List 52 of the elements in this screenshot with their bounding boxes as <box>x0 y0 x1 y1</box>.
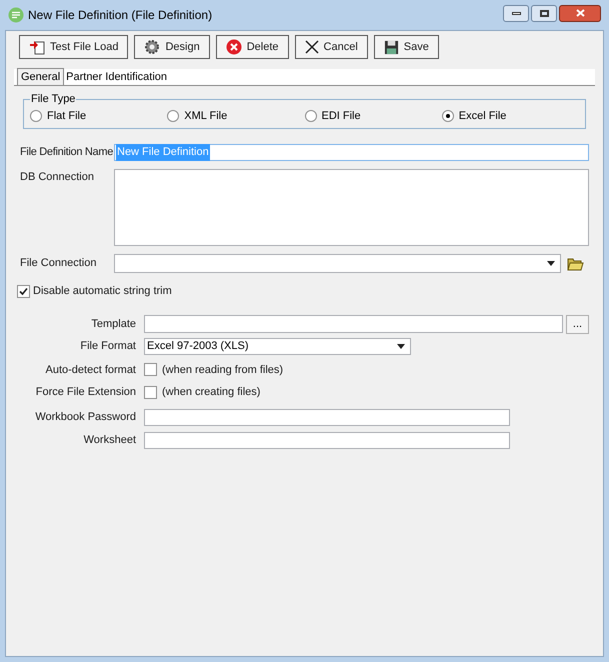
app-icon <box>8 7 24 23</box>
save-icon <box>384 40 399 54</box>
checkbox-label: Disable automatic string trim <box>33 284 172 299</box>
browse-button[interactable]: ... <box>566 314 589 334</box>
checkbox-note: (when reading from files) <box>162 362 284 378</box>
toolbar-button[interactable]: Delete <box>216 35 289 59</box>
window-title: New File Definition (File Definition) <box>28 7 212 24</box>
field-label: Workbook Password <box>34 410 137 425</box>
worksheet-field[interactable] <box>144 432 510 448</box>
toolbar-button[interactable]: Test File Load <box>19 35 128 59</box>
dropdown-arrow-icon[interactable] <box>547 261 555 266</box>
checkbox-note: (when creating files) <box>162 385 260 400</box>
db-connection-field[interactable] <box>114 169 589 246</box>
field-label: File Definition Name <box>20 145 114 160</box>
toolbar-button[interactable]: Save <box>374 35 439 59</box>
dropdown-arrow-icon[interactable] <box>397 344 405 348</box>
field-label: File Format <box>79 338 137 354</box>
field-label: Worksheet <box>82 432 137 448</box>
document-arrow-icon <box>29 39 45 55</box>
field-label: DB Connection <box>20 170 95 185</box>
selected-text: New File Definition <box>116 144 210 161</box>
tab[interactable]: Partner Identification <box>64 69 170 85</box>
radio-button[interactable] <box>30 110 42 122</box>
open-folder-icon[interactable] <box>566 256 584 270</box>
close-icon <box>304 40 319 54</box>
close-icon <box>576 9 584 17</box>
file-format-combo[interactable]: Excel 97-2003 (XLS) <box>144 338 411 354</box>
radio-option[interactable]: Flat File <box>30 108 168 124</box>
radio-option[interactable]: XML File <box>167 108 304 124</box>
field-label: Force File Extension <box>34 385 137 400</box>
delete-icon <box>226 39 242 55</box>
field-label: File Connection <box>20 256 98 272</box>
maximize-button[interactable] <box>531 4 557 22</box>
password-field[interactable] <box>144 408 510 426</box>
checkbox[interactable] <box>144 386 157 399</box>
radio-option[interactable]: Excel File <box>442 108 579 124</box>
checkbox[interactable] <box>17 284 30 298</box>
minimize-button[interactable] <box>503 4 529 22</box>
field-label: Template <box>90 316 137 332</box>
checkbox[interactable] <box>144 363 157 376</box>
radio-option[interactable]: EDI File <box>304 108 442 124</box>
toolbar-button[interactable]: Cancel <box>294 35 368 59</box>
field-label: Auto-detect format <box>44 362 137 378</box>
radio-button[interactable] <box>442 110 454 122</box>
tab[interactable]: General <box>17 68 64 85</box>
gear-icon <box>144 39 160 55</box>
radio-button[interactable] <box>167 110 180 122</box>
group-legend: File Type <box>30 91 76 108</box>
template-field[interactable] <box>144 315 563 333</box>
close-button[interactable] <box>559 4 601 22</box>
toolbar-button[interactable]: Design <box>134 35 210 59</box>
radio-button[interactable] <box>304 110 316 122</box>
